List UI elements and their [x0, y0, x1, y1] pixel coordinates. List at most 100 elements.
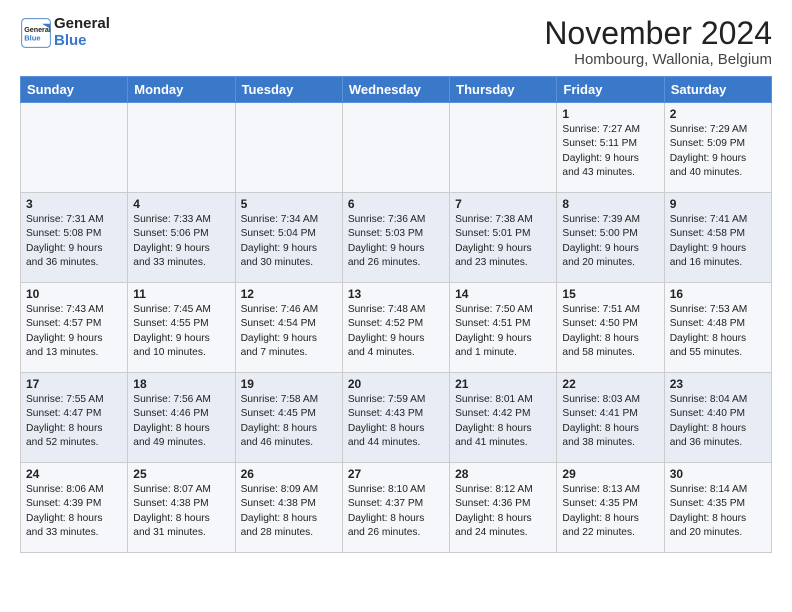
week-row-2: 10 Sunrise: 7:43 AM Sunset: 4:57 PM Dayli…: [21, 283, 772, 373]
logo-line1: General: [54, 16, 110, 33]
day-number: 6: [348, 197, 444, 211]
day-info: Sunrise: 7:38 AM Sunset: 5:01 PM Dayligh…: [455, 213, 551, 270]
day-number: 16: [670, 287, 766, 301]
week-row-0: 1Sunrise: 7:27 AM Sunset: 5:11 PM Daylig…: [21, 103, 772, 193]
day-number: 26: [241, 467, 337, 481]
day-number: 9: [670, 197, 766, 211]
day-cell: 2 Sunrise: 7:29 AM Sunset: 5:09 PM Daylig…: [664, 103, 771, 193]
day-cell: 22Sunrise: 8:03 AM Sunset: 4:41 PM Dayli…: [557, 373, 664, 463]
day-number: 17: [26, 377, 122, 391]
day-cell: 4 Sunrise: 7:33 AM Sunset: 5:06 PM Daylig…: [128, 193, 235, 283]
day-cell: 15Sunrise: 7:51 AM Sunset: 4:50 PM Dayli…: [557, 283, 664, 373]
calendar-subtitle: Hombourg, Wallonia, Belgium: [544, 51, 772, 68]
day-number: 22: [562, 377, 658, 391]
day-cell: [235, 103, 342, 193]
day-cell: 1Sunrise: 7:27 AM Sunset: 5:11 PM Daylig…: [557, 103, 664, 193]
day-number: 23: [670, 377, 766, 391]
day-cell: 7 Sunrise: 7:38 AM Sunset: 5:01 PM Daylig…: [450, 193, 557, 283]
col-header-monday: Monday: [128, 77, 235, 103]
day-cell: 6Sunrise: 7:36 AM Sunset: 5:03 PM Daylig…: [342, 193, 449, 283]
col-header-saturday: Saturday: [664, 77, 771, 103]
day-info: Sunrise: 7:33 AM Sunset: 5:06 PM Dayligh…: [133, 213, 229, 270]
day-cell: 21Sunrise: 8:01 AM Sunset: 4:42 PM Dayli…: [450, 373, 557, 463]
day-cell: 29Sunrise: 8:13 AM Sunset: 4:35 PM Dayli…: [557, 463, 664, 553]
header-row: SundayMondayTuesdayWednesdayThursdayFrid…: [21, 77, 772, 103]
day-cell: 17 Sunrise: 7:55 AM Sunset: 4:47 PM Dayli…: [21, 373, 128, 463]
day-info: Sunrise: 7:45 AM Sunset: 4:55 PM Dayligh…: [133, 303, 229, 360]
day-info: Sunrise: 7:53 AM Sunset: 4:48 PM Dayligh…: [670, 303, 766, 360]
day-number: 2: [670, 107, 766, 121]
day-cell: 30 Sunrise: 8:14 AM Sunset: 4:35 PM Dayli…: [664, 463, 771, 553]
day-info: Sunrise: 8:04 AM Sunset: 4:40 PM Dayligh…: [670, 393, 766, 450]
day-info: Sunrise: 7:46 AM Sunset: 4:54 PM Dayligh…: [241, 303, 337, 360]
day-cell: 18Sunrise: 7:56 AM Sunset: 4:46 PM Dayli…: [128, 373, 235, 463]
day-number: 14: [455, 287, 551, 301]
day-cell: 23 Sunrise: 8:04 AM Sunset: 4:40 PM Dayli…: [664, 373, 771, 463]
day-info: Sunrise: 7:58 AM Sunset: 4:45 PM Dayligh…: [241, 393, 337, 450]
day-info: Sunrise: 7:31 AM Sunset: 5:08 PM Dayligh…: [26, 213, 122, 270]
day-info: Sunrise: 7:43 AM Sunset: 4:57 PM Dayligh…: [26, 303, 122, 360]
header: General Blue General Blue November 2024 …: [20, 16, 772, 68]
day-cell: [21, 103, 128, 193]
day-cell: 14 Sunrise: 7:50 AM Sunset: 4:51 PM Dayli…: [450, 283, 557, 373]
day-cell: 9 Sunrise: 7:41 AM Sunset: 4:58 PM Daylig…: [664, 193, 771, 283]
day-cell: 13Sunrise: 7:48 AM Sunset: 4:52 PM Dayli…: [342, 283, 449, 373]
day-info: Sunrise: 8:12 AM Sunset: 4:36 PM Dayligh…: [455, 483, 551, 540]
day-info: Sunrise: 8:07 AM Sunset: 4:38 PM Dayligh…: [133, 483, 229, 540]
day-info: Sunrise: 8:14 AM Sunset: 4:35 PM Dayligh…: [670, 483, 766, 540]
day-number: 12: [241, 287, 337, 301]
col-header-wednesday: Wednesday: [342, 77, 449, 103]
day-cell: 12 Sunrise: 7:46 AM Sunset: 4:54 PM Dayli…: [235, 283, 342, 373]
day-number: 30: [670, 467, 766, 481]
day-number: 11: [133, 287, 229, 301]
col-header-sunday: Sunday: [21, 77, 128, 103]
day-cell: 11 Sunrise: 7:45 AM Sunset: 4:55 PM Dayli…: [128, 283, 235, 373]
day-info: Sunrise: 8:01 AM Sunset: 4:42 PM Dayligh…: [455, 393, 551, 450]
day-info: Sunrise: 7:55 AM Sunset: 4:47 PM Dayligh…: [26, 393, 122, 450]
day-number: 28: [455, 467, 551, 481]
day-cell: [128, 103, 235, 193]
day-number: 8: [562, 197, 658, 211]
day-number: 10: [26, 287, 122, 301]
day-cell: 10 Sunrise: 7:43 AM Sunset: 4:57 PM Dayli…: [21, 283, 128, 373]
day-info: Sunrise: 7:41 AM Sunset: 4:58 PM Dayligh…: [670, 213, 766, 270]
day-number: 27: [348, 467, 444, 481]
logo-text: General Blue: [54, 16, 110, 49]
day-cell: 20 Sunrise: 7:59 AM Sunset: 4:43 PM Dayli…: [342, 373, 449, 463]
day-info: Sunrise: 7:29 AM Sunset: 5:09 PM Dayligh…: [670, 123, 766, 180]
day-number: 25: [133, 467, 229, 481]
day-info: Sunrise: 7:56 AM Sunset: 4:46 PM Dayligh…: [133, 393, 229, 450]
day-cell: 5 Sunrise: 7:34 AM Sunset: 5:04 PM Daylig…: [235, 193, 342, 283]
day-cell: 28 Sunrise: 8:12 AM Sunset: 4:36 PM Dayli…: [450, 463, 557, 553]
day-number: 19: [241, 377, 337, 391]
day-info: Sunrise: 7:50 AM Sunset: 4:51 PM Dayligh…: [455, 303, 551, 360]
day-cell: 27 Sunrise: 8:10 AM Sunset: 4:37 PM Dayli…: [342, 463, 449, 553]
title-block: November 2024 Hombourg, Wallonia, Belgiu…: [544, 16, 772, 68]
day-info: Sunrise: 8:10 AM Sunset: 4:37 PM Dayligh…: [348, 483, 444, 540]
day-number: 20: [348, 377, 444, 391]
day-info: Sunrise: 7:39 AM Sunset: 5:00 PM Dayligh…: [562, 213, 658, 270]
day-info: Sunrise: 7:48 AM Sunset: 4:52 PM Dayligh…: [348, 303, 444, 360]
day-cell: 26 Sunrise: 8:09 AM Sunset: 4:38 PM Dayli…: [235, 463, 342, 553]
col-header-friday: Friday: [557, 77, 664, 103]
day-info: Sunrise: 8:13 AM Sunset: 4:35 PM Dayligh…: [562, 483, 658, 540]
calendar-title: November 2024: [544, 16, 772, 51]
day-number: 5: [241, 197, 337, 211]
day-number: 3: [26, 197, 122, 211]
day-cell: 25 Sunrise: 8:07 AM Sunset: 4:38 PM Dayli…: [128, 463, 235, 553]
week-row-3: 17 Sunrise: 7:55 AM Sunset: 4:47 PM Dayli…: [21, 373, 772, 463]
day-number: 7: [455, 197, 551, 211]
day-info: Sunrise: 7:34 AM Sunset: 5:04 PM Dayligh…: [241, 213, 337, 270]
calendar-table: SundayMondayTuesdayWednesdayThursdayFrid…: [20, 76, 772, 553]
page: General Blue General Blue November 2024 …: [0, 0, 792, 569]
logo: General Blue General Blue: [20, 16, 110, 49]
week-row-4: 24Sunrise: 8:06 AM Sunset: 4:39 PM Dayli…: [21, 463, 772, 553]
day-cell: 16 Sunrise: 7:53 AM Sunset: 4:48 PM Dayli…: [664, 283, 771, 373]
day-number: 4: [133, 197, 229, 211]
day-info: Sunrise: 8:06 AM Sunset: 4:39 PM Dayligh…: [26, 483, 122, 540]
day-cell: [450, 103, 557, 193]
day-info: Sunrise: 8:09 AM Sunset: 4:38 PM Dayligh…: [241, 483, 337, 540]
day-cell: 3 Sunrise: 7:31 AM Sunset: 5:08 PM Daylig…: [21, 193, 128, 283]
col-header-thursday: Thursday: [450, 77, 557, 103]
day-info: Sunrise: 7:59 AM Sunset: 4:43 PM Dayligh…: [348, 393, 444, 450]
